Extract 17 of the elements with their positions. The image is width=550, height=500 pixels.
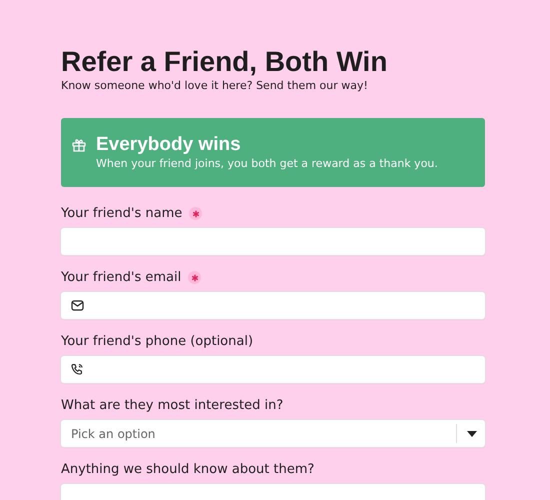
interest-dropdown[interactable]: Pick an option <box>61 420 485 447</box>
banner-title: Everybody wins <box>96 134 242 156</box>
page-subtitle: Know someone who'd love it here? Send them our way! <box>61 79 369 93</box>
phone-field[interactable] <box>61 356 485 383</box>
phone-icon <box>71 363 84 376</box>
dropdown-caret-icon <box>467 430 477 436</box>
page-title: Refer a Friend, Both Win <box>61 45 388 79</box>
mail-icon <box>71 300 84 311</box>
banner-text: When your friend joins, you both get a reward as a thank you. <box>96 156 438 171</box>
email-field[interactable] <box>61 292 485 319</box>
field-label: Anything we should know about them? <box>61 461 314 478</box>
field-label: Your friend's name <box>61 205 182 222</box>
field-label: Your friend's phone (optional) <box>61 333 254 350</box>
field-label: What are they most interested in? <box>61 397 284 414</box>
name-field[interactable] <box>61 228 485 255</box>
field-label: Your friend's email <box>61 269 182 286</box>
gift-icon <box>71 137 87 153</box>
